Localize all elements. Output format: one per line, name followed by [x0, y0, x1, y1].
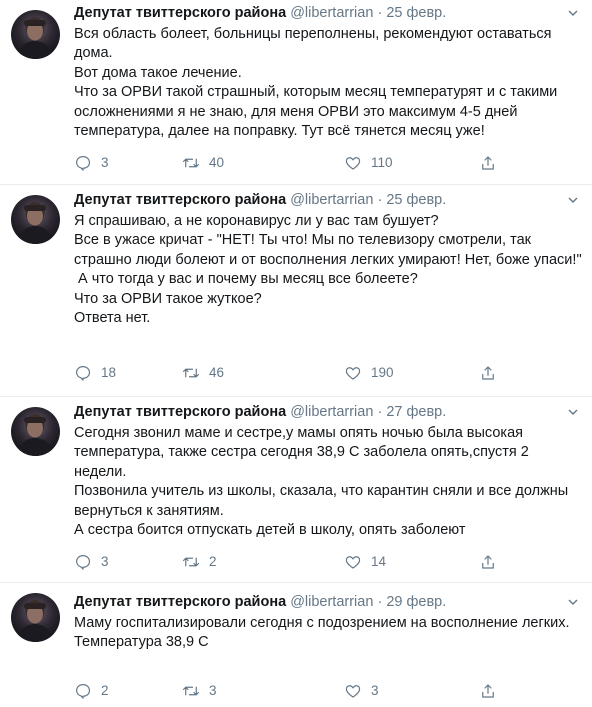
- tweet-header: Депутат твиттерского района @libertarria…: [74, 592, 582, 612]
- tweet-date[interactable]: 25 февр.: [386, 5, 446, 21]
- tweet-line: Что за ОРВИ такой страшный, которым меся…: [74, 84, 562, 140]
- tweet-date[interactable]: 25 февр.: [386, 192, 446, 208]
- retweet-count: 40: [209, 155, 225, 170]
- retweet-icon: [182, 158, 200, 168]
- author-handle[interactable]: @libertarrian: [290, 594, 373, 610]
- share-button[interactable]: [479, 552, 506, 572]
- tweet[interactable]: Депутат твиттерского района @libertarria…: [0, 583, 592, 707]
- avatar[interactable]: [11, 10, 60, 59]
- share-icon: [482, 156, 494, 170]
- tweet-line: Вот дома такое лечение.: [74, 64, 242, 81]
- retweet-count: 3: [209, 683, 217, 698]
- retweet-icon: [182, 557, 200, 567]
- tweet-line: Ответа нет.: [74, 310, 151, 327]
- chevron-down-icon[interactable]: [568, 195, 578, 205]
- share-icon: [482, 555, 494, 569]
- tweet-line: А что тогда у вас и почему вы месяц все …: [74, 271, 418, 288]
- like-count: 190: [371, 365, 394, 380]
- reply-count: 3: [101, 155, 109, 170]
- author-name[interactable]: Депутат твиттерского района: [74, 192, 286, 208]
- share-icon: [482, 366, 494, 380]
- like-count: 3: [371, 683, 379, 698]
- avatar[interactable]: [11, 407, 60, 456]
- like-button[interactable]: 14: [344, 552, 386, 572]
- tweet-header: Депутат твиттерского района @libertarria…: [74, 3, 582, 23]
- heart-icon: [345, 367, 361, 380]
- tweet-text: Вся область болеет, больницы переполнены…: [74, 25, 582, 141]
- reply-button[interactable]: 3: [74, 552, 109, 572]
- avatar[interactable]: [11, 593, 60, 642]
- like-button[interactable]: 3: [344, 681, 379, 701]
- tweet-line: Что за ОРВИ такое жуткое?: [74, 290, 262, 307]
- reply-button[interactable]: 3: [74, 153, 109, 173]
- tweet-header: Депутат твиттерского района @libertarria…: [74, 190, 582, 210]
- tweet-date[interactable]: 27 февр.: [386, 404, 446, 420]
- tweet-line: Маму госпитализировали сегодня с подозре…: [74, 615, 570, 631]
- separator: ·: [377, 192, 383, 208]
- reply-icon: [76, 366, 91, 381]
- reply-icon: [76, 156, 91, 171]
- like-count: 110: [371, 155, 393, 170]
- author-name[interactable]: Депутат твиттерского района: [74, 594, 286, 610]
- author-handle[interactable]: @libertarrian: [290, 192, 373, 208]
- tweet-actions: 18 46 190: [74, 363, 504, 383]
- like-count: 14: [371, 554, 387, 569]
- separator: ·: [377, 404, 383, 420]
- avatar[interactable]: [11, 195, 60, 244]
- share-icon: [482, 684, 494, 698]
- heart-icon: [345, 556, 361, 569]
- tweet-actions: 3 2 14: [74, 552, 504, 572]
- tweet-text: Маму госпитализировали сегодня с подозре…: [74, 614, 582, 653]
- separator: ·: [377, 5, 383, 21]
- tweet-date[interactable]: 29 февр.: [386, 594, 446, 610]
- chevron-down-icon[interactable]: [568, 597, 578, 607]
- chevron-down-icon[interactable]: [568, 8, 578, 18]
- tweet-thread: Депутат твиттерского района @libertarria…: [0, 0, 592, 707]
- tweet-actions: 3 40 110: [74, 153, 504, 173]
- reply-button[interactable]: 2: [74, 681, 109, 701]
- like-button[interactable]: 190: [344, 363, 394, 383]
- tweet-line: Все в ужасе кричат - "НЕТ! Ты что! Мы по…: [74, 232, 582, 268]
- retweet-icon: [182, 368, 200, 378]
- retweet-button[interactable]: 2: [182, 552, 217, 572]
- reply-count: 2: [101, 683, 109, 698]
- author-name[interactable]: Депутат твиттерского района: [74, 404, 286, 420]
- share-button[interactable]: [479, 681, 506, 701]
- tweet-line: Я спрашиваю, а не коронавирус ли у вас т…: [74, 213, 439, 229]
- separator: ·: [377, 594, 383, 610]
- chevron-down-icon[interactable]: [568, 407, 578, 417]
- tweet-line: А сестра боится отпускать детей в школу,…: [74, 522, 466, 539]
- tweet-line: Вся область болеет, больницы переполнены…: [74, 26, 556, 62]
- tweet-text: Сегодня звонил маме и сестре,у мамы опят…: [74, 424, 582, 540]
- share-button[interactable]: [479, 153, 506, 173]
- retweet-button[interactable]: 3: [182, 681, 217, 701]
- share-button[interactable]: [479, 363, 506, 383]
- like-button[interactable]: 110: [344, 153, 393, 173]
- reply-count: 18: [101, 365, 117, 380]
- retweet-button[interactable]: 40: [182, 153, 224, 173]
- tweet[interactable]: Депутат твиттерского района @libertarria…: [0, 397, 592, 583]
- retweet-count: 2: [209, 554, 217, 569]
- tweet[interactable]: Депутат твиттерского района @libertarria…: [0, 0, 592, 185]
- retweet-count: 46: [209, 365, 225, 380]
- author-handle[interactable]: @libertarrian: [290, 404, 373, 420]
- author-name[interactable]: Депутат твиттерского района: [74, 5, 286, 21]
- tweet-text: Я спрашиваю, а не коронавирус ли у вас т…: [74, 212, 582, 328]
- tweet[interactable]: Депутат твиттерского района @libertarria…: [0, 185, 592, 397]
- reply-icon: [76, 555, 91, 570]
- reply-button[interactable]: 18: [74, 363, 116, 383]
- tweet-line: Температура 38,9 С: [74, 634, 209, 651]
- tweet-line: Сегодня звонил маме и сестре,у мамы опят…: [74, 425, 533, 480]
- tweet-line: Позвонила учитель из школы, сказала, что…: [74, 483, 573, 519]
- author-handle[interactable]: @libertarrian: [290, 5, 373, 21]
- retweet-button[interactable]: 46: [182, 363, 224, 383]
- tweet-actions: 2 3 3: [74, 681, 504, 701]
- tweet-header: Депутат твиттерского района @libertarria…: [74, 402, 582, 422]
- heart-icon: [345, 157, 361, 170]
- retweet-icon: [182, 686, 200, 696]
- heart-icon: [345, 685, 361, 698]
- reply-icon: [76, 684, 91, 699]
- reply-count: 3: [101, 554, 109, 569]
